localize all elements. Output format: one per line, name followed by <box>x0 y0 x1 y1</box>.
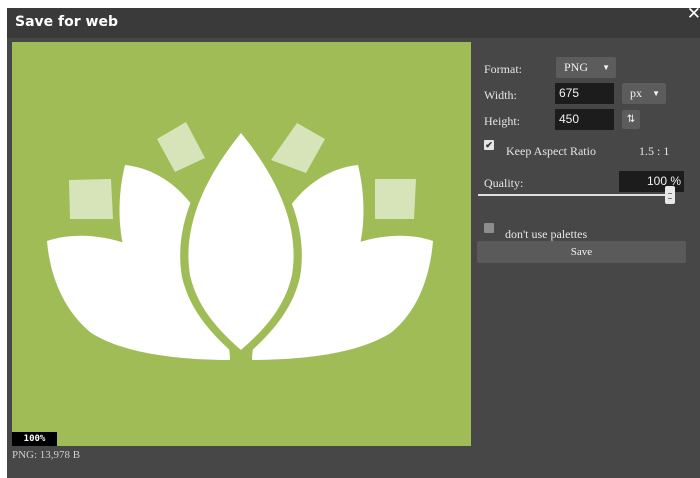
image-preview: 100% <box>12 42 471 446</box>
check-icon: ✔ <box>485 140 493 150</box>
width-label: Width: <box>484 88 517 102</box>
file-size-info: PNG: 13,978 B <box>12 449 81 461</box>
swap-icon: ⇅ <box>626 114 636 125</box>
title-bar: Save for web <box>7 8 700 38</box>
format-label: Format: <box>484 62 522 76</box>
back-petal-left <box>157 122 205 172</box>
keep-aspect-label: Keep Aspect Ratio <box>506 144 596 158</box>
close-icon[interactable]: ✕ <box>687 4 700 24</box>
side-petal-right <box>375 179 416 219</box>
format-dropdown[interactable]: PNG ▼ <box>556 57 616 78</box>
zoom-badge: 100% <box>12 432 57 446</box>
format-value: PNG <box>564 60 589 74</box>
chevron-down-icon: ▼ <box>602 63 610 72</box>
keep-aspect-checkbox[interactable]: ✔ <box>484 140 494 150</box>
dialog-title: Save for web <box>15 14 118 30</box>
back-petal-right <box>271 123 325 173</box>
unit-value: px <box>630 86 642 100</box>
save-button[interactable]: Save <box>477 241 686 263</box>
chevron-down-icon: ▼ <box>652 89 660 98</box>
aspect-ratio-value: 1.5 : 1 <box>639 144 670 158</box>
palette-checkbox[interactable] <box>484 223 494 233</box>
height-label: Height: <box>484 114 520 128</box>
unit-dropdown[interactable]: px ▼ <box>622 83 666 104</box>
quality-slider-handle[interactable] <box>665 186 675 204</box>
width-input[interactable] <box>555 83 614 104</box>
quality-slider-track[interactable] <box>478 194 675 196</box>
lotus-icon <box>47 122 433 360</box>
quality-label: Quality: <box>484 176 524 190</box>
palette-label: don't use palettes <box>505 227 588 241</box>
side-petal-left <box>69 179 113 219</box>
swap-dimensions-button[interactable]: ⇅ <box>622 110 640 129</box>
height-input[interactable] <box>555 109 614 130</box>
